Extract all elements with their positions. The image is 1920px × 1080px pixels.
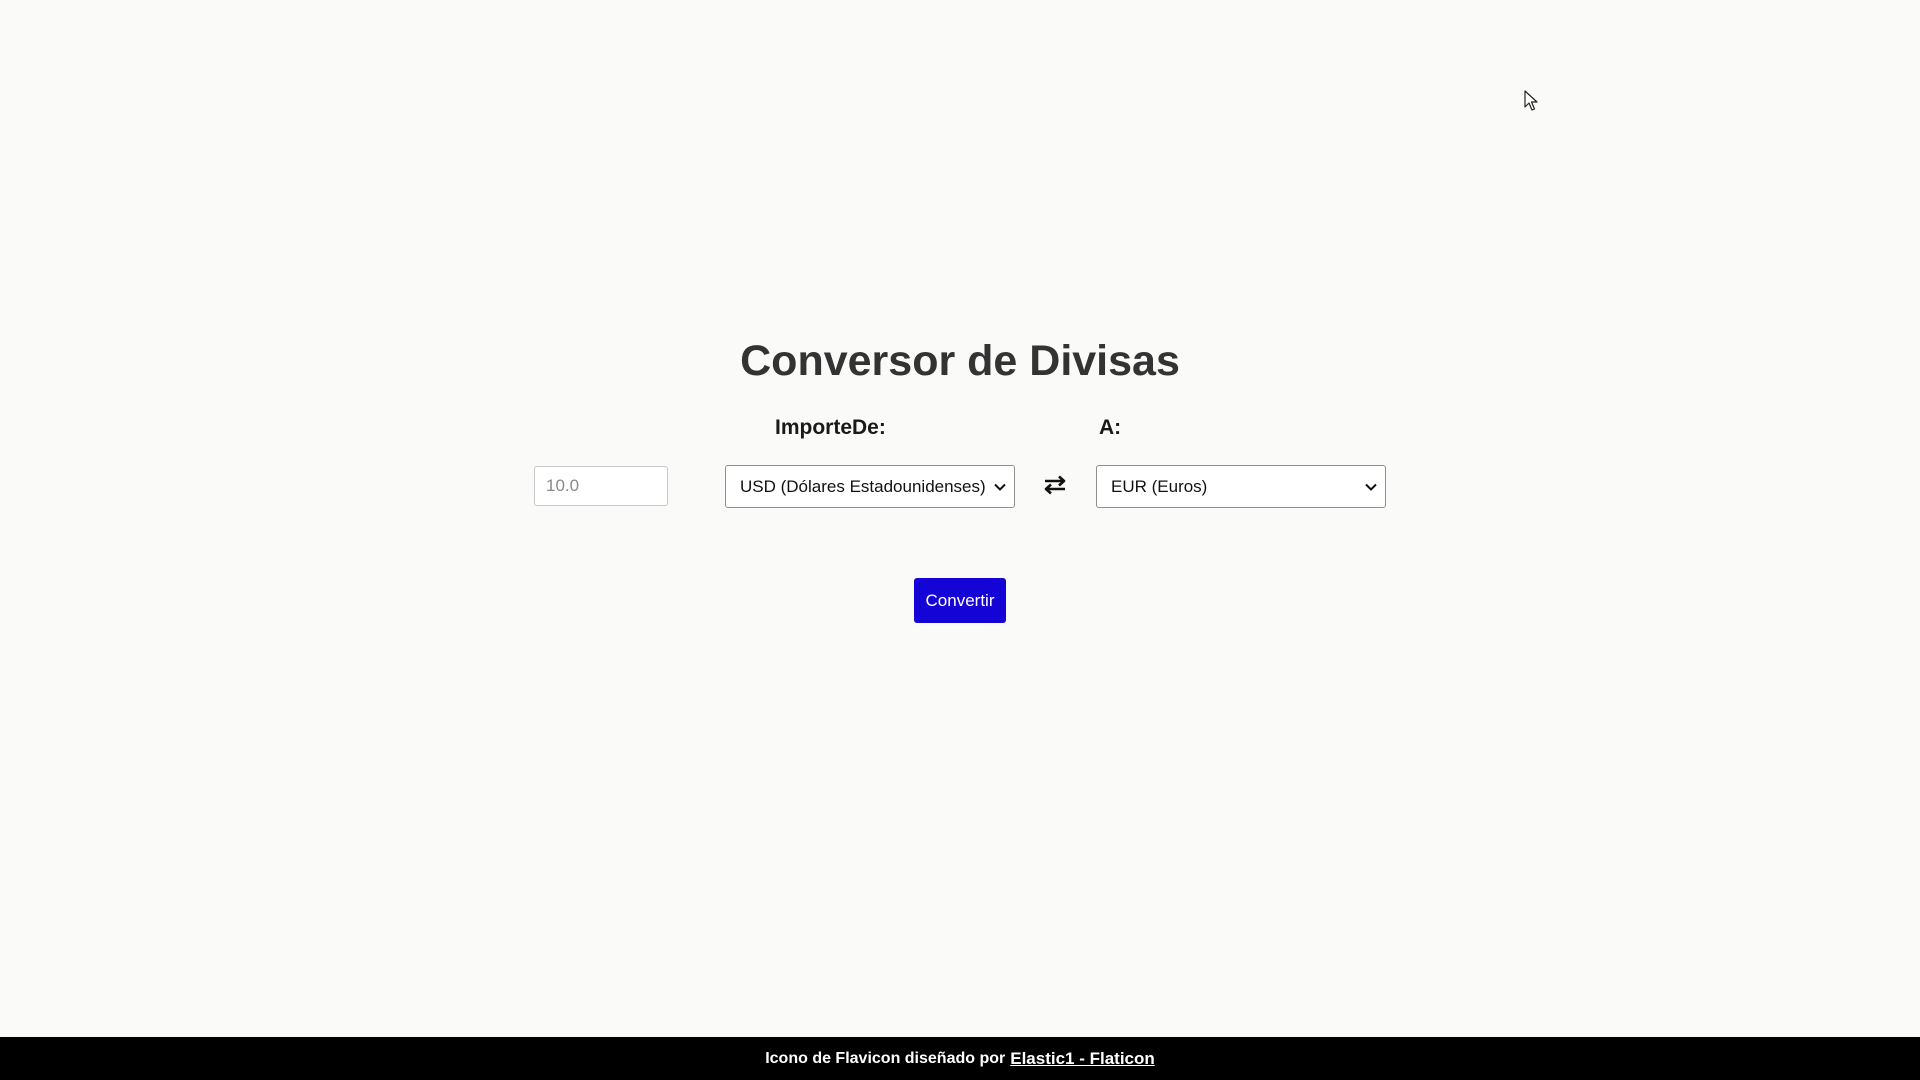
to-currency-value: EUR (Euros)	[1111, 476, 1208, 496]
chevron-down-icon	[986, 466, 1014, 507]
from-currency-select[interactable]: USD (Dólares Estadounidenses)	[725, 465, 1015, 508]
amount-input[interactable]	[534, 466, 668, 506]
mouse-cursor-icon	[1524, 90, 1538, 112]
to-label: A:	[1099, 416, 1122, 439]
from-label: ImporteDe:	[775, 416, 886, 439]
swap-arrows-icon[interactable]	[1042, 472, 1068, 498]
chevron-down-icon	[1357, 466, 1385, 507]
from-currency-value: USD (Dólares Estadounidenses)	[740, 476, 986, 496]
footer-credit-link[interactable]: Elastic1 - Flaticon	[1010, 1049, 1155, 1069]
page-title: Conversor de Divisas	[740, 337, 1180, 385]
to-currency-select[interactable]: EUR (Euros)	[1096, 465, 1386, 508]
currency-converter-page: Conversor de Divisas ImporteDe: A: USD (…	[0, 0, 1920, 1080]
convert-button[interactable]: Convertir	[914, 578, 1006, 623]
footer-credit-text: Icono de Flavicon diseñado por	[765, 1049, 1006, 1067]
footer: Icono de Flavicon diseñado por Elastic1 …	[0, 1037, 1920, 1080]
